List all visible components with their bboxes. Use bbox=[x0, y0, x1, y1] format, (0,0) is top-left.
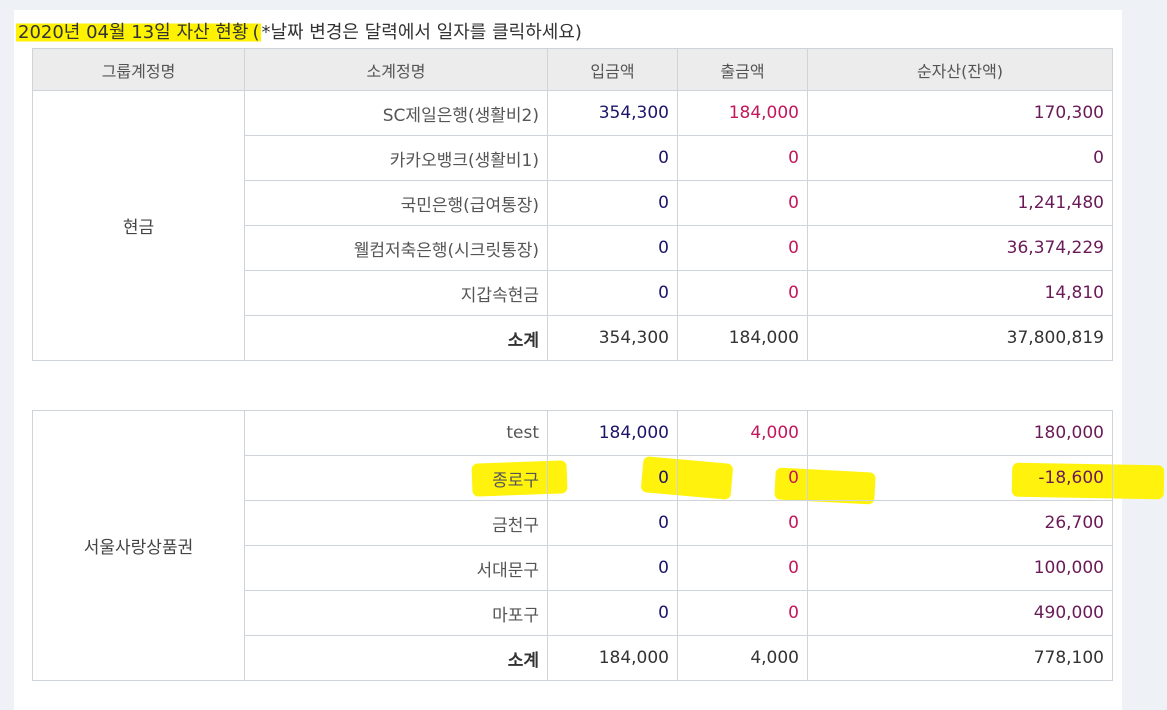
deposit-amount: 0 bbox=[547, 270, 678, 316]
withdraw-amount: 0 bbox=[677, 180, 808, 226]
subtotal-withdraw: 184,000 bbox=[677, 315, 808, 361]
net-amount: 0 bbox=[807, 135, 1113, 181]
group-name: 서울사랑상품권 bbox=[32, 410, 245, 681]
subtotal-label: 소계 bbox=[244, 635, 548, 681]
withdraw-amount: 0 bbox=[677, 500, 808, 546]
deposit-amount: 184,000 bbox=[547, 410, 678, 456]
net-amount: 490,000 bbox=[807, 590, 1113, 636]
deposit-amount: 0 bbox=[547, 590, 678, 636]
deposit-amount: 0 bbox=[547, 545, 678, 591]
title-hint: *날짜 변경은 달력에서 일자를 클릭하세요) bbox=[261, 22, 582, 43]
deposit-amount: 0 bbox=[547, 500, 678, 546]
net-amount: 36,374,229 bbox=[807, 225, 1113, 271]
asset-table-gift-card: 서울사랑상품권 test 184,000 4,000 180,000 종로구 0… bbox=[32, 410, 1113, 681]
withdraw-amount: 0 bbox=[677, 225, 808, 271]
withdraw-amount: 0 bbox=[677, 455, 808, 501]
subtotal-deposit: 184,000 bbox=[547, 635, 678, 681]
sub-account-name[interactable]: 카카오뱅크(생활비1) bbox=[244, 135, 548, 181]
sub-account-name[interactable]: 서대문구 bbox=[244, 545, 548, 591]
withdraw-amount: 0 bbox=[677, 135, 808, 181]
sub-account-name[interactable]: 지갑속현금 bbox=[244, 270, 548, 316]
net-amount: 100,000 bbox=[807, 545, 1113, 591]
withdraw-amount: 0 bbox=[677, 545, 808, 591]
withdraw-amount: 184,000 bbox=[677, 90, 808, 136]
group-name: 현금 bbox=[32, 90, 245, 361]
sub-account-name[interactable]: 국민은행(급여통장) bbox=[244, 180, 548, 226]
sub-account-name[interactable]: SC제일은행(생활비2) bbox=[244, 90, 548, 136]
subtotal-deposit: 354,300 bbox=[547, 315, 678, 361]
subtotal-label: 소계 bbox=[244, 315, 548, 361]
header-withdraw: 출금액 bbox=[677, 48, 808, 91]
table-row: 현금 SC제일은행(생활비2) 354,300 184,000 170,300 bbox=[32, 90, 1113, 361]
header-net-assets: 순자산(잔액) bbox=[807, 48, 1113, 91]
title-date: 2020년 04월 13일 자산 현황 bbox=[16, 22, 251, 43]
deposit-amount: 0 bbox=[547, 180, 678, 226]
page-title: 2020년 04월 13일 자산 현황(*날짜 변경은 달력에서 일자를 클릭하… bbox=[16, 22, 582, 43]
table-spacer bbox=[32, 360, 1113, 361]
subtotal-net: 778,100 bbox=[807, 635, 1113, 681]
header-sub-account: 소계정명 bbox=[244, 48, 548, 91]
deposit-amount: 0 bbox=[547, 455, 678, 501]
header-deposit: 입금액 bbox=[547, 48, 678, 91]
net-amount: 26,700 bbox=[807, 500, 1113, 546]
sub-account-name[interactable]: test bbox=[244, 410, 548, 456]
sub-account-name[interactable]: 마포구 bbox=[244, 590, 548, 636]
deposit-amount: 354,300 bbox=[547, 90, 678, 136]
subtotal-net: 37,800,819 bbox=[807, 315, 1113, 361]
header-group-account: 그룹계정명 bbox=[32, 48, 245, 91]
deposit-amount: 0 bbox=[547, 225, 678, 271]
subtotal-withdraw: 4,000 bbox=[677, 635, 808, 681]
net-amount: -18,600 bbox=[807, 455, 1113, 501]
sub-account-name[interactable]: 금천구 bbox=[244, 500, 548, 546]
net-amount: 14,810 bbox=[807, 270, 1113, 316]
net-amount: 180,000 bbox=[807, 410, 1113, 456]
sub-account-name[interactable]: 종로구 bbox=[244, 455, 548, 501]
withdraw-amount: 0 bbox=[677, 270, 808, 316]
table-header-row: 그룹계정명 소계정명 입금액 출금액 순자산(잔액) bbox=[32, 48, 1113, 91]
asset-table-cash: 그룹계정명 소계정명 입금액 출금액 순자산(잔액) 현금 SC제일은행(생활비… bbox=[32, 48, 1113, 361]
withdraw-amount: 4,000 bbox=[677, 410, 808, 456]
withdraw-amount: 0 bbox=[677, 590, 808, 636]
sub-account-name[interactable]: 웰컴저축은행(시크릿통장) bbox=[244, 225, 548, 271]
net-amount: 1,241,480 bbox=[807, 180, 1113, 226]
net-amount: 170,300 bbox=[807, 90, 1113, 136]
table-row: 서울사랑상품권 test 184,000 4,000 180,000 bbox=[32, 410, 1113, 681]
deposit-amount: 0 bbox=[547, 135, 678, 181]
